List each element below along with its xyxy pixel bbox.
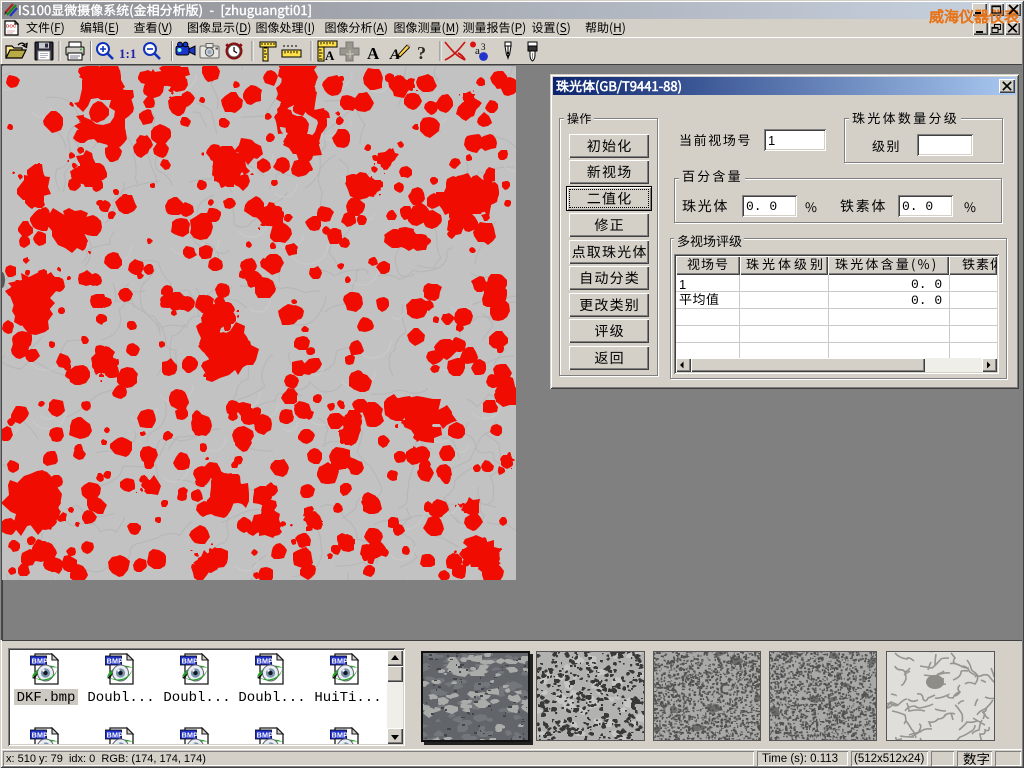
svg-text:A: A [325,48,335,63]
svg-text:1:1: 1:1 [119,46,136,61]
svg-text:?: ? [417,43,426,63]
svg-text:a: a [475,45,480,57]
svg-text:A: A [367,44,380,63]
svg-text:DOC: DOC [6,24,17,29]
svg-text:3: 3 [481,42,486,52]
